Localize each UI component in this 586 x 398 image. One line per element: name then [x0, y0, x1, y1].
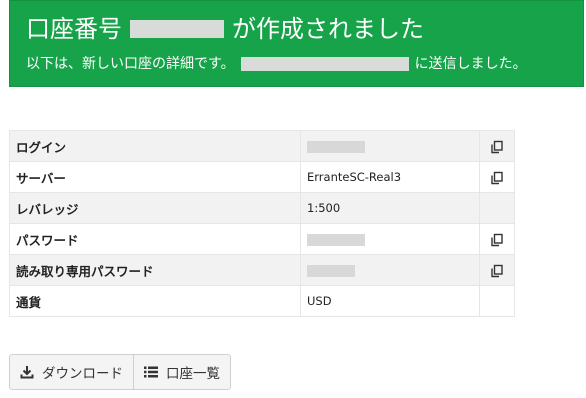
table-row: 通貨 USD — [9, 285, 515, 317]
table-row: ログイン — [9, 130, 515, 162]
download-label: ダウンロード — [42, 366, 123, 382]
table-row: レバレッジ 1:500 — [9, 192, 515, 224]
account-details-table: ログイン サーバー ErranteSC-Real3 レバレッジ 1:500 パス… — [9, 130, 515, 317]
row-value: USD — [300, 285, 480, 317]
empty-cell — [479, 285, 515, 317]
banner-title: 口座番号 が作成されました — [26, 13, 424, 45]
row-value — [300, 223, 480, 255]
row-label: パスワード — [9, 223, 301, 255]
table-row: 読み取り専用パスワード — [9, 254, 515, 286]
banner-subtitle-suffix: に送信しました。 — [414, 56, 527, 72]
download-icon — [20, 366, 34, 379]
copy-login-button[interactable] — [479, 130, 515, 162]
banner-subtitle: 以下は、新しい口座の詳細です。 に送信しました。 — [26, 53, 527, 75]
action-button-group: ダウンロード 口座一覧 — [9, 354, 231, 390]
copy-icon — [491, 233, 503, 246]
table-row: パスワード — [9, 223, 515, 255]
banner-subtitle-prefix: 以下は、新しい口座の詳細です。 — [26, 56, 235, 72]
redacted-email — [240, 57, 409, 71]
row-value: 1:500 — [300, 192, 480, 224]
banner-title-prefix: 口座番号 — [26, 15, 122, 43]
copy-icon — [491, 140, 503, 153]
redacted-account-number — [130, 20, 224, 38]
row-label: ログイン — [9, 130, 301, 162]
redacted-login — [307, 140, 365, 153]
success-banner: 口座番号 が作成されました 以下は、新しい口座の詳細です。 に送信しました。 — [9, 0, 584, 87]
download-button[interactable]: ダウンロード — [10, 355, 133, 389]
row-label: サーバー — [9, 161, 301, 193]
redacted-readonly-password — [307, 264, 355, 277]
banner-title-suffix: が作成されました — [232, 15, 424, 43]
row-value — [300, 254, 480, 286]
row-label: レバレッジ — [9, 192, 301, 224]
account-list-label: 口座一覧 — [166, 366, 220, 382]
copy-icon — [491, 264, 503, 277]
table-row: サーバー ErranteSC-Real3 — [9, 161, 515, 193]
copy-server-button[interactable] — [479, 161, 515, 193]
copy-readonly-password-button[interactable] — [479, 254, 515, 286]
empty-cell — [479, 192, 515, 224]
row-label: 読み取り専用パスワード — [9, 254, 301, 286]
copy-password-button[interactable] — [479, 223, 515, 255]
list-icon — [144, 366, 158, 378]
row-label: 通貨 — [9, 285, 301, 317]
row-value — [300, 130, 480, 162]
copy-icon — [491, 171, 503, 184]
redacted-password — [307, 233, 365, 246]
account-list-button[interactable]: 口座一覧 — [133, 355, 230, 389]
row-value: ErranteSC-Real3 — [300, 161, 480, 193]
